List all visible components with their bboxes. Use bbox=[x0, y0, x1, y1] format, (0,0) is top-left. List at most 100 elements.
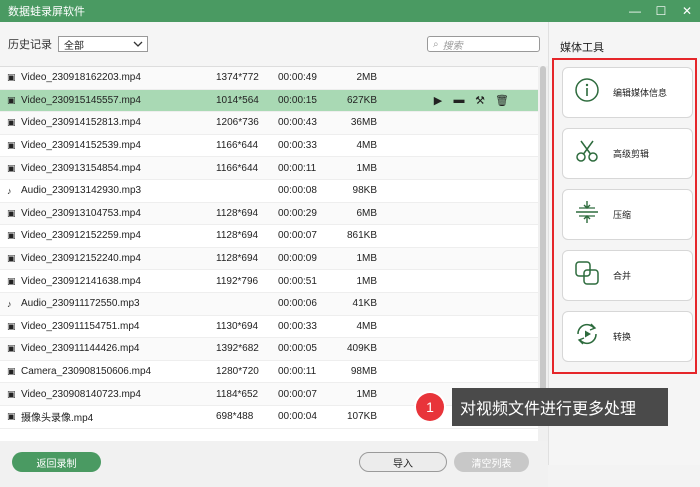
file-row[interactable]: ▣ Video_230912152240.mp4 1128*694 00:00:09 1… bbox=[0, 247, 548, 271]
tool-compress[interactable]: 压缩 bbox=[562, 189, 693, 240]
back-to-record-button[interactable]: 返回录制 bbox=[12, 452, 101, 472]
file-row[interactable]: ▣ Video_230912152259.mp4 1128*694 00:00:07 8… bbox=[0, 225, 548, 248]
compress-icon bbox=[573, 199, 601, 230]
video-file-icon: ▣ bbox=[7, 117, 16, 128]
video-file-icon: ▣ bbox=[7, 162, 16, 173]
app-window: 数据蛙录屏软件 — ☐ ✕ 历史记录 全部 ⌕ 搜索 ▣ Video_230918… bbox=[0, 0, 700, 487]
file-resolution: 1392*682 bbox=[216, 343, 259, 355]
file-duration: 00:00:49 bbox=[278, 72, 317, 84]
file-resolution: 1014*564 bbox=[216, 94, 259, 106]
title-bar: 数据蛙录屏软件 — ☐ ✕ bbox=[0, 0, 700, 22]
file-duration: 00:00:09 bbox=[278, 253, 317, 265]
music-note-icon: ♪ bbox=[7, 298, 12, 309]
video-file-icon: ▣ bbox=[7, 94, 16, 105]
video-file-icon: ▣ bbox=[7, 388, 16, 399]
file-resolution: 1166*644 bbox=[216, 162, 259, 174]
file-size: 1MB bbox=[356, 162, 377, 174]
file-duration: 00:00:08 bbox=[278, 185, 317, 197]
merge-icon bbox=[573, 260, 601, 291]
file-duration: 00:00:11 bbox=[278, 162, 317, 174]
file-name: Video_230911144426.mp4 bbox=[21, 343, 140, 355]
file-size: 98KB bbox=[352, 185, 377, 197]
file-duration: 00:00:11 bbox=[278, 366, 317, 378]
file-resolution: 1184*652 bbox=[216, 388, 259, 400]
app-title: 数据蛙录屏软件 bbox=[8, 6, 85, 18]
file-duration: 00:00:33 bbox=[278, 140, 317, 152]
file-duration: 00:00:05 bbox=[278, 343, 317, 355]
file-duration: 00:00:04 bbox=[278, 411, 317, 423]
clear-list-button[interactable]: 清空列表 bbox=[454, 452, 529, 472]
file-resolution: 1128*694 bbox=[216, 207, 259, 219]
minimize-icon[interactable]: — bbox=[622, 0, 648, 22]
file-name: Video_230918162203.mp4 bbox=[21, 72, 141, 84]
file-size: 107KB bbox=[346, 411, 377, 423]
file-size: 1MB bbox=[356, 388, 377, 400]
file-duration: 00:00:43 bbox=[278, 117, 317, 129]
file-row[interactable]: ▣ Video_230911144426.mp4 1392*682 00:00:05 4… bbox=[0, 338, 548, 361]
file-row[interactable]: ▣ Video_230911154751.mp4 1130*694 00:00:33 4… bbox=[0, 316, 548, 339]
file-name: Video_230915145557.mp4 bbox=[21, 94, 141, 106]
file-name: Video_230912152259.mp4 bbox=[21, 230, 141, 242]
file-size: 627KB bbox=[346, 94, 377, 106]
convert-icon bbox=[573, 321, 601, 352]
file-size: 861KB bbox=[346, 230, 377, 242]
video-file-icon: ▣ bbox=[7, 207, 16, 218]
file-row[interactable]: ▣ Camera_230908150606.mp4 1280*720 00:00:11… bbox=[0, 361, 548, 384]
file-row[interactable]: ♪ Audio_230911172550.mp3 00:00:06 41KB bbox=[0, 292, 548, 316]
tool-label: 压缩 bbox=[613, 210, 632, 220]
file-row[interactable]: ▣ Video_230912141638.mp4 1192*796 00:00:51 1… bbox=[0, 270, 548, 293]
maximize-icon[interactable]: ☐ bbox=[648, 0, 674, 22]
file-name: Video_230913104753.mp4 bbox=[21, 207, 141, 219]
file-row[interactable]: ▣ Video_230914152813.mp4 1206*736 00:00:43 3… bbox=[0, 112, 548, 135]
tool-convert[interactable]: 转换 bbox=[562, 311, 693, 362]
file-name: Video_230911154751.mp4 bbox=[21, 320, 140, 332]
file-name: Audio_230913142930.mp3 bbox=[21, 185, 142, 197]
file-resolution: 698*488 bbox=[216, 411, 254, 423]
tools-icon[interactable]: ⚒ bbox=[474, 94, 486, 107]
info-icon bbox=[573, 77, 601, 108]
file-size: 4MB bbox=[356, 320, 377, 332]
video-file-icon: ▣ bbox=[7, 72, 16, 83]
file-row[interactable]: ▣ Video_230915145557.mp4 1014*564 00:00:15 6… bbox=[0, 89, 548, 113]
video-file-icon: ▣ bbox=[7, 320, 16, 331]
video-file-icon: ▣ bbox=[7, 343, 16, 354]
file-duration: 00:00:07 bbox=[278, 230, 317, 242]
file-size: 6MB bbox=[356, 207, 377, 219]
file-duration: 00:00:33 bbox=[278, 320, 317, 332]
file-duration: 00:00:06 bbox=[278, 298, 317, 310]
import-button[interactable]: 导入 bbox=[359, 452, 447, 472]
video-file-icon: ▣ bbox=[7, 366, 16, 377]
history-label: 历史记录 bbox=[8, 39, 52, 51]
media-tools-heading: 媒体工具 bbox=[560, 42, 604, 54]
filter-select[interactable]: 全部 bbox=[58, 36, 148, 52]
file-size: 1MB bbox=[356, 275, 377, 287]
file-row[interactable]: ♪ Audio_230913142930.mp3 00:00:08 98KB bbox=[0, 180, 548, 203]
file-name: Video_230914152813.mp4 bbox=[21, 117, 141, 129]
file-name: Video_230908140723.mp4 bbox=[21, 388, 141, 400]
trash-icon[interactable]: 🗑 bbox=[495, 94, 509, 107]
tool-advanced-cut[interactable]: 高级剪辑 bbox=[562, 128, 693, 179]
tool-merge[interactable]: 合并 bbox=[562, 250, 693, 301]
file-size: 36MB bbox=[350, 117, 377, 129]
tool-edit-info[interactable]: 编辑媒体信息 bbox=[562, 67, 693, 118]
file-size: 409KB bbox=[346, 343, 377, 355]
file-resolution: 1280*720 bbox=[216, 366, 259, 378]
file-name: Camera_230908150606.mp4 bbox=[21, 366, 152, 378]
file-row[interactable]: ▣ Video_230918162203.mp4 1374*772 00:00:49 2… bbox=[0, 67, 548, 90]
folder-icon[interactable]: ▬ bbox=[453, 94, 465, 107]
callout-text: 对视频文件进行更多处理 bbox=[452, 388, 668, 426]
file-duration: 00:00:51 bbox=[278, 275, 317, 287]
video-file-icon: ▣ bbox=[7, 253, 16, 264]
file-name: Video_230912141638.mp4 bbox=[21, 275, 141, 287]
file-row[interactable]: ▣ Video_230913104753.mp4 1128*694 00:00:29 6… bbox=[0, 202, 548, 226]
play-icon[interactable]: ▶ bbox=[432, 94, 444, 107]
scrollbar-thumb[interactable] bbox=[540, 66, 546, 396]
search-input[interactable]: ⌕ 搜索 bbox=[427, 36, 540, 52]
file-row[interactable]: ▣ Video_230913154854.mp4 1166*644 00:00:11 1… bbox=[0, 157, 548, 180]
video-file-icon: ▣ bbox=[7, 140, 16, 151]
file-resolution: 1128*694 bbox=[216, 253, 259, 265]
file-row[interactable]: ▣ Video_230914152539.mp4 1166*644 00:00:33 4… bbox=[0, 135, 548, 158]
close-icon[interactable]: ✕ bbox=[674, 0, 700, 22]
file-name: 摄像头录像.mp4 bbox=[21, 413, 94, 425]
file-resolution: 1130*694 bbox=[216, 320, 259, 332]
